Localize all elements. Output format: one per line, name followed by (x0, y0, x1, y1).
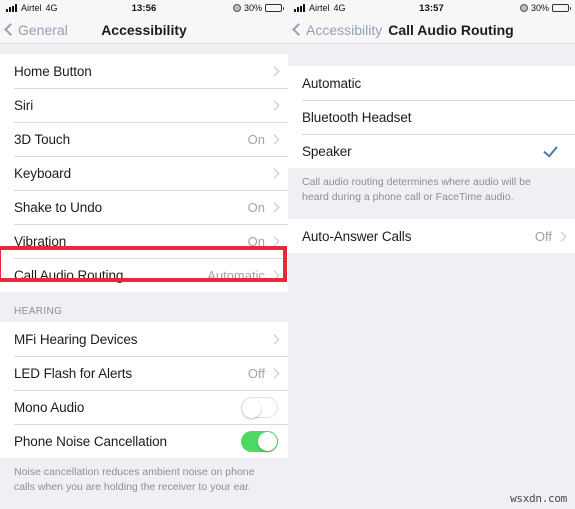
sidebar-item-led-flash-for-alerts[interactable]: LED Flash for Alerts Off (0, 356, 288, 390)
row-value: On (247, 233, 265, 249)
option-automatic[interactable]: Automatic (288, 66, 575, 100)
sidebar-item-keyboard[interactable]: Keyboard (0, 156, 288, 190)
chevron-right-icon (269, 100, 280, 110)
chevron-right-icon (269, 202, 280, 212)
right-status-bar: Airtel 4G 13:57 30% (288, 0, 575, 16)
battery-percent-label: 30% (243, 3, 262, 13)
row-label: Auto-Answer Calls (302, 228, 412, 244)
mono-audio-toggle[interactable] (241, 396, 278, 418)
checkmark-icon (543, 141, 558, 158)
sidebar-item-3d-touch[interactable]: 3D Touch On (0, 122, 288, 156)
left-status-bar: Airtel 4G 13:56 30% (0, 0, 288, 16)
right-status-left: Airtel 4G (294, 3, 520, 13)
option-label: Bluetooth Headset (302, 109, 412, 125)
phone-noise-cancellation-toggle[interactable] (241, 430, 278, 452)
back-button-accessibility[interactable]: Accessibility (292, 21, 383, 38)
right-top-spacer (288, 44, 575, 66)
option-label: Automatic (302, 75, 362, 91)
row-label: Keyboard (14, 165, 71, 181)
call-audio-routing-options-group: Automatic Bluetooth Headset Speaker (288, 66, 575, 168)
right-phone-screen: Airtel 4G 13:57 30% Accessibility Call A… (288, 0, 575, 509)
left-nav-bar: General Accessibility (0, 16, 288, 44)
left-status-right: 30% (232, 3, 284, 13)
alarm-clock-icon (232, 4, 241, 12)
back-button-label: General (18, 21, 68, 38)
chevron-right-icon (269, 168, 280, 178)
battery-icon (552, 4, 571, 12)
carrier-label: Airtel (309, 3, 330, 13)
carrier-label: Airtel (21, 3, 42, 13)
left-top-spacer (0, 44, 288, 54)
row-value: On (247, 131, 265, 147)
sidebar-item-phone-noise-cancellation[interactable]: Phone Noise Cancellation (0, 424, 288, 458)
row-value: Automatic (207, 267, 265, 283)
back-button-label: Accessibility (306, 21, 383, 38)
row-label: Call Audio Routing (14, 267, 124, 283)
chevron-right-icon (269, 66, 280, 76)
dual-phone-screenshot: Airtel 4G 13:56 30% General Accessibilit… (0, 0, 575, 509)
sidebar-item-mono-audio[interactable]: Mono Audio (0, 390, 288, 424)
row-label: MFi Hearing Devices (14, 331, 138, 347)
row-label: Home Button (14, 63, 92, 79)
right-nav-bar: Accessibility Call Audio Routing (288, 16, 575, 44)
back-button-general[interactable]: General (4, 21, 68, 38)
signal-bars-icon (6, 4, 17, 12)
sidebar-item-vibration[interactable]: Vibration On (0, 224, 288, 258)
sidebar-item-shake-to-undo[interactable]: Shake to Undo On (0, 190, 288, 224)
chevron-right-icon (269, 236, 280, 246)
signal-bars-icon (294, 4, 305, 12)
chevron-left-icon (4, 23, 17, 36)
network-type-label: 4G (45, 3, 58, 13)
row-label: Siri (14, 97, 34, 113)
option-label: Speaker (302, 143, 352, 159)
chevron-right-icon (269, 368, 280, 378)
right-status-right: 30% (519, 3, 571, 13)
chevron-right-icon (556, 231, 567, 242)
alarm-clock-icon (519, 4, 528, 12)
sidebar-item-call-audio-routing[interactable]: Call Audio Routing Automatic (0, 258, 288, 292)
battery-icon (265, 4, 284, 12)
sidebar-item-home-button[interactable]: Home Button (0, 54, 288, 88)
watermark: wsxdn.com (510, 492, 567, 505)
network-type-label: 4G (333, 3, 346, 13)
sidebar-item-auto-answer-calls[interactable]: Auto-Answer Calls Off (288, 219, 575, 254)
row-label: Vibration (14, 233, 67, 249)
section-header-hearing: HEARING (0, 292, 288, 322)
row-value: Off (247, 365, 265, 381)
auto-answer-group: Auto-Answer Calls Off (288, 219, 575, 254)
row-label: Phone Noise Cancellation (14, 433, 167, 449)
left-phone-screen: Airtel 4G 13:56 30% General Accessibilit… (0, 0, 288, 509)
right-mid-spacer (288, 205, 575, 220)
page-title: Call Audio Routing (388, 21, 514, 38)
row-label: Mono Audio (14, 399, 85, 415)
interaction-settings-group: Home Button Siri 3D Touch On Keyboard Sh… (0, 54, 288, 292)
chevron-right-icon (269, 134, 280, 144)
option-speaker[interactable]: Speaker (288, 134, 575, 168)
hearing-settings-group: MFi Hearing Devices LED Flash for Alerts… (0, 322, 288, 458)
row-value: On (247, 199, 265, 215)
call-audio-routing-footer-text: Call audio routing determines where audi… (288, 168, 575, 206)
row-label: Shake to Undo (14, 199, 103, 215)
row-label: 3D Touch (14, 131, 70, 147)
hearing-footer-text: Noise cancellation reduces ambient noise… (0, 458, 288, 496)
chevron-left-icon (292, 23, 305, 36)
sidebar-item-mfi-hearing-devices[interactable]: MFi Hearing Devices (0, 322, 288, 356)
row-value: Off (534, 228, 552, 244)
left-status-left: Airtel 4G (6, 3, 233, 13)
row-label: LED Flash for Alerts (14, 365, 133, 381)
chevron-right-icon (269, 270, 280, 280)
option-bluetooth-headset[interactable]: Bluetooth Headset (288, 100, 575, 134)
chevron-right-icon (269, 334, 280, 344)
battery-percent-label: 30% (530, 3, 549, 13)
sidebar-item-siri[interactable]: Siri (0, 88, 288, 122)
